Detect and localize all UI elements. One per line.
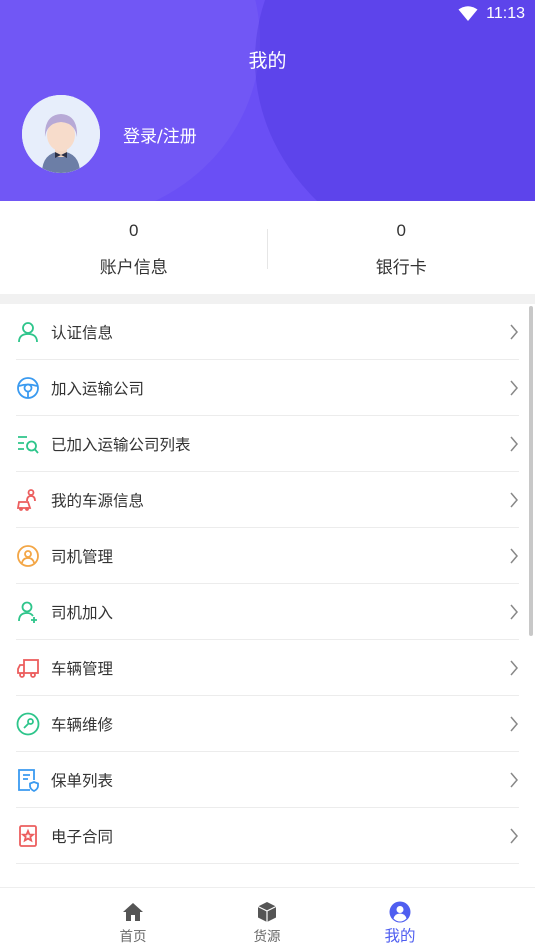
chevron-right-icon [510,324,518,340]
nav-label: 货源 [253,929,281,945]
avatar[interactable] [22,95,100,173]
chevron-right-icon [510,604,518,620]
stat-label: 账户信息 [99,258,168,278]
menu-item-label: 电子合同 [51,827,114,846]
menu-item-label: 保单列表 [51,771,114,790]
car-source-icon [16,488,40,512]
list-search-icon [16,432,40,456]
wifi-icon [458,6,478,21]
profile-icon [389,901,411,923]
stat-label: 银行卡 [375,258,427,278]
stat-value: 0 [129,221,139,240]
menu-item-policy-list[interactable]: 保单列表 [16,752,519,808]
stat-account-info[interactable]: 0 账户信息 [0,201,268,294]
stat-divider [267,229,268,269]
nav-profile[interactable]: 我的 [355,888,445,951]
steering-wheel-icon [16,376,40,400]
menu-item-label: 车辆管理 [51,659,114,678]
nav-home[interactable]: 首页 [88,888,178,951]
chevron-right-icon [510,380,518,396]
header-decoration [255,0,535,201]
menu-item-label: 车辆维修 [51,715,114,734]
profile-header: 11:13 我的 登录/注册 [0,0,535,201]
chevron-right-icon [510,772,518,788]
cargo-box-icon [257,902,277,922]
chevron-right-icon [510,492,518,508]
status-time: 11:13 [486,5,525,22]
policy-list-icon [16,768,40,792]
nav-label: 我的 [384,927,416,945]
menu-item-driver-join[interactable]: 司机加入 [16,584,519,640]
menu-item-verification[interactable]: 认证信息 [16,304,519,360]
menu-item-driver-management[interactable]: 司机管理 [16,528,519,584]
status-bar: 11:13 [458,5,525,23]
menu-item-join-company[interactable]: 加入运输公司 [16,360,519,416]
chevron-right-icon [510,716,518,732]
nav-cargo[interactable]: 货源 [222,888,312,951]
driver-join-icon [16,600,40,624]
user-avatar-icon [22,95,100,173]
menu-item-label: 司机管理 [51,547,114,566]
menu-item-car-source[interactable]: 我的车源信息 [16,472,519,528]
menu-item-label: 司机加入 [51,603,114,622]
menu-item-e-contract[interactable]: 电子合同 [16,808,519,864]
chevron-right-icon [510,548,518,564]
bottom-nav: 首页 货源 我的 [0,887,535,951]
menu-item-label: 认证信息 [51,323,114,342]
driver-wheel-icon [16,544,40,568]
login-register-link[interactable]: 登录/注册 [123,122,197,147]
account-stats: 0 账户信息 0 银行卡 [0,201,535,294]
menu-item-vehicle-repair[interactable]: 车辆维修 [16,696,519,752]
user-verify-icon [16,320,40,344]
truck-icon [16,656,40,680]
menu-list: 认证信息 加入运输公司 已加入运输公司列表 我的车源信息 司机管理 司机加入 车… [0,304,535,887]
menu-item-label: 加入运输公司 [51,379,145,398]
menu-item-joined-companies[interactable]: 已加入运输公司列表 [16,416,519,472]
page-title: 我的 [248,50,287,72]
section-gap [0,294,535,304]
wrench-icon [16,712,40,736]
stat-value: 0 [396,221,406,240]
menu-item-label: 已加入运输公司列表 [51,435,191,454]
scrollbar[interactable] [529,306,533,636]
home-icon [123,903,143,921]
menu-item-vehicle-management[interactable]: 车辆管理 [16,640,519,696]
chevron-right-icon [510,660,518,676]
chevron-right-icon [510,828,518,844]
menu-item-label: 我的车源信息 [51,491,145,510]
contract-icon [16,824,40,848]
stat-bank-card[interactable]: 0 银行卡 [268,201,535,294]
nav-label: 首页 [119,929,147,945]
chevron-right-icon [510,436,518,452]
